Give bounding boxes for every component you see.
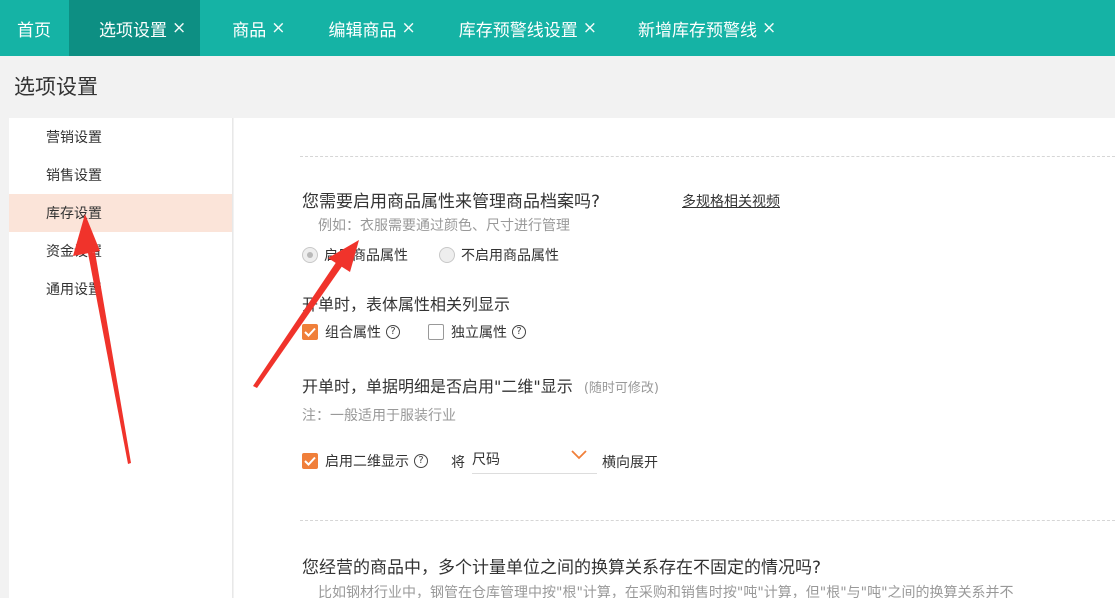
tab-stock-alert-settings[interactable]: 库存预警线设置 × <box>431 0 612 56</box>
sidebar-item-general[interactable]: 通用设置 <box>9 270 232 308</box>
radio-dot <box>302 247 318 263</box>
will-label: 将 <box>451 455 465 471</box>
check-icon <box>304 327 316 337</box>
twod-title: 开单时，单据明细是否启用"二维"显示 (随时可修改) <box>302 377 659 396</box>
tab-home[interactable]: 首页 <box>0 0 69 56</box>
settings-sidebar: 营销设置 销售设置 库存设置 资金设置 通用设置 <box>9 118 233 598</box>
radio-enable-attr[interactable]: 启用商品属性 <box>302 245 408 265</box>
check-twod[interactable]: 启用二维显示 ? <box>302 451 428 471</box>
close-icon[interactable]: × <box>172 18 186 38</box>
twod-dimension-select[interactable]: 尺码 <box>472 444 597 474</box>
attr-hint: 例如：衣服需要通过颜色、尺寸进行管理 <box>318 218 570 234</box>
checkbox <box>302 324 318 340</box>
question-circle-icon[interactable]: ? <box>414 454 428 468</box>
page-title: 选项设置 <box>14 75 98 99</box>
checkbox <box>302 453 318 469</box>
close-icon[interactable]: × <box>762 18 776 38</box>
section-divider <box>300 520 1115 521</box>
sidebar-item-funds[interactable]: 资金设置 <box>9 232 232 270</box>
tab-bar: 首页 选项设置 × 商品 × 编辑商品 × 库存预警线设置 × 新增库存预警线 × <box>0 0 1115 56</box>
sidebar-item-inventory[interactable]: 库存设置 <box>9 194 232 232</box>
columns-title: 开单时，表体属性相关列显示 <box>302 295 511 314</box>
close-icon[interactable]: × <box>271 18 285 38</box>
tab-products[interactable]: 商品 × <box>200 0 300 56</box>
twod-hint: 注：一般适用于服装行业 <box>302 408 456 424</box>
tab-edit-product[interactable]: 编辑商品 × <box>301 0 431 56</box>
sidebar-item-sales[interactable]: 销售设置 <box>9 156 232 194</box>
tab-options-settings[interactable]: 选项设置 × <box>69 0 201 56</box>
radio-dot <box>439 247 455 263</box>
expand-label: 横向展开 <box>602 455 658 471</box>
check-icon <box>304 456 316 466</box>
question-circle-icon[interactable]: ? <box>512 325 526 339</box>
chevron-down-icon <box>571 450 587 460</box>
sidebar-item-marketing[interactable]: 营销设置 <box>9 118 232 156</box>
question-circle-icon[interactable]: ? <box>386 325 400 339</box>
close-icon[interactable]: × <box>583 18 597 38</box>
tab-new-stock-alert[interactable]: 新增库存预警线 × <box>612 0 791 56</box>
unit-question: 您经营的商品中，多个计量单位之间的换算关系存在不固定的情况吗? <box>302 558 822 578</box>
attr-question: 您需要启用商品属性来管理商品档案吗? <box>302 192 601 212</box>
section-divider <box>300 156 1115 157</box>
unit-hint: 比如钢材行业中，钢管在仓库管理中按"根"计算，在采购和销售时按"吨"计算，但"根… <box>318 585 1014 598</box>
spec-video-link[interactable]: 多规格相关视频 <box>682 191 780 211</box>
close-icon[interactable]: × <box>402 18 416 38</box>
checkbox <box>428 324 444 340</box>
settings-content: 您需要启用商品属性来管理商品档案吗? 多规格相关视频 例如：衣服需要通过颜色、尺… <box>234 118 1115 598</box>
radio-disable-attr[interactable]: 不启用商品属性 <box>439 245 559 265</box>
check-independent-attr[interactable]: 独立属性 ? <box>428 322 526 342</box>
check-combined-attr[interactable]: 组合属性 ? <box>302 322 400 342</box>
